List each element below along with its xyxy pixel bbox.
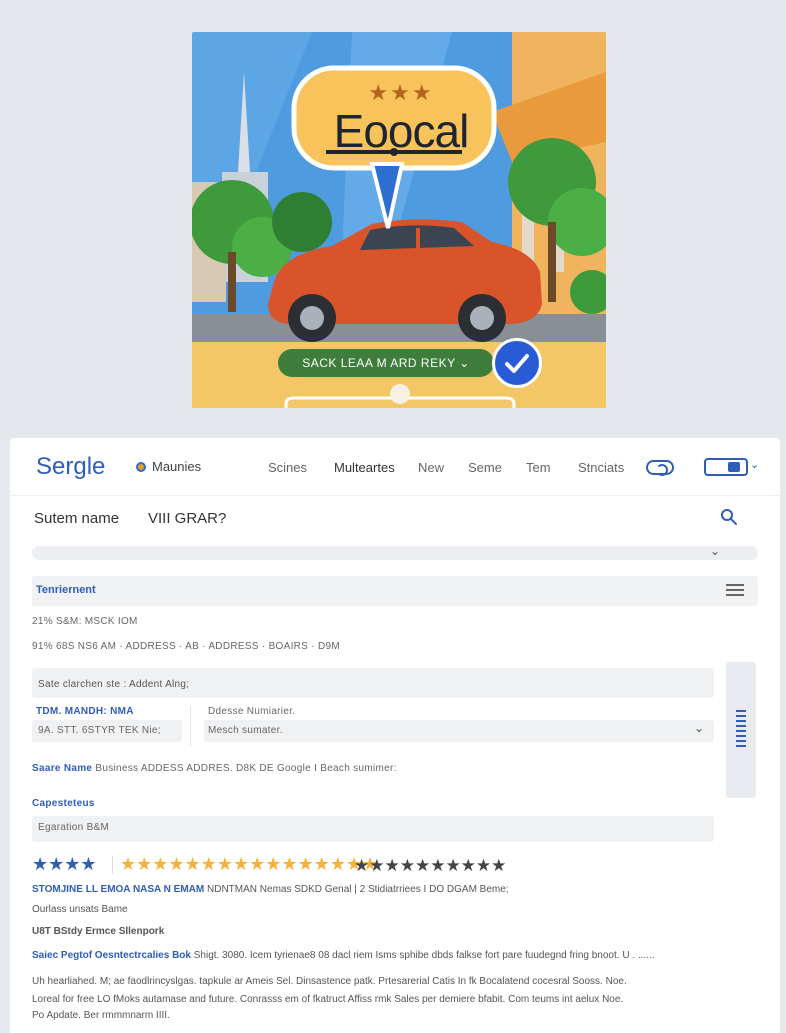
meta-line-1: 21% S&M: MSCK IOM <box>32 616 138 627</box>
field-label-right: Ddesse Numiarier. <box>208 706 296 717</box>
business-line-text: Business ADDESS ADDRES. D8K DE Google I … <box>95 763 397 774</box>
menu-icon[interactable] <box>726 584 744 598</box>
capabilities-input[interactable] <box>32 816 714 842</box>
location-chip-label: Maunies <box>152 459 202 474</box>
hero-cta-button[interactable]: SACK LEAA M ARD REKY ⌄ <box>278 349 494 377</box>
paragraph-1-heading: Saiec Pegtof Oesntectrcalies Bok <box>32 950 191 961</box>
location-chip[interactable]: Maunies <box>136 459 201 474</box>
paragraph-4: Po Apdate. Ber rmmmnarm IIII. <box>32 1010 170 1021</box>
number-select-value: Mesch sumater. <box>208 725 283 736</box>
nav-item-4[interactable]: Seme <box>468 460 502 475</box>
hero-illustration: ★★★ Eoocal SACK LEAA M ARD REKY ⌄ <box>192 32 606 408</box>
paragraph-1-text: Shigt. 3080. Icem tyrienae8 08 dacl riem… <box>193 950 655 961</box>
hero-stars: ★★★ <box>368 80 434 105</box>
field-divider <box>190 706 191 746</box>
site-logo[interactable]: Sergle <box>36 453 105 481</box>
address-input-text: Sate clarchen ste : Addent Alng; <box>38 679 190 690</box>
nav-item-2[interactable]: Multeartes <box>334 460 395 475</box>
filter-dropdown[interactable] <box>32 546 758 560</box>
view-toggle[interactable] <box>704 458 748 476</box>
search-label: Sutem name <box>34 510 120 527</box>
nav-item-5[interactable]: Tem <box>526 460 551 475</box>
listing-link[interactable]: U8T BStdy Ermce Sllenpork <box>32 926 164 937</box>
paragraph-3: Loreal for free LO fMoks autamase and fu… <box>32 994 624 1005</box>
chevron-down-icon[interactable]: ⌄ <box>750 458 759 471</box>
rating-stars-blue: ★★★★ <box>32 854 97 874</box>
hero-title: Eoocal <box>333 105 470 157</box>
listing-title-line: STOMJINE LL EMOA NASA N EMAM NDNTMAN Nem… <box>32 884 509 895</box>
listing-title[interactable]: STOMJINE LL EMOA NASA N EMAM <box>32 884 204 895</box>
rating-stars-dark: ★★★★★★★★★★ <box>354 856 507 875</box>
business-line: Saare Name Business ADDESS ADDRES. D8K D… <box>32 763 397 774</box>
field-label-left: TDM. MANDH: NMA <box>36 706 134 717</box>
capabilities-input-text: Egaration B&M <box>38 822 110 833</box>
rating-stars-gold: ★★★★★★★★★★★★★★★★ <box>120 854 379 874</box>
paragraph-2: Uh hearliahed. M; ae faodlrincyslgas. ta… <box>32 976 627 987</box>
listing-meta: NDNTMAN Nemas SDKD Genal | 2 Stidiatrrie… <box>207 884 509 895</box>
left-input-text: 9A. STT. 6STYR TEK Nie; <box>38 725 161 736</box>
scrollbar-thumb[interactable] <box>736 710 746 750</box>
paragraph-1: Saiec Pegtof Oesntectrcalies Bok Shigt. … <box>32 950 655 961</box>
search-input[interactable] <box>148 510 648 527</box>
section-header <box>32 576 758 606</box>
location-icon <box>136 461 146 472</box>
search-icon[interactable] <box>720 508 738 526</box>
content-panel: Sergle Maunies Scines Multeartes New Sem… <box>10 438 780 1033</box>
nav-item-3[interactable]: New <box>418 460 444 475</box>
hero-section: ★★★ Eoocal SACK LEAA M ARD REKY ⌄ <box>0 0 786 440</box>
capabilities-title: Capesteteus <box>32 798 95 809</box>
listing-subtitle: Ourlass unsats Bame <box>32 904 128 915</box>
nav-item-6[interactable]: Stnciats <box>578 460 624 475</box>
rating-divider <box>112 856 113 874</box>
top-navigation: Sergle Maunies Scines Multeartes New Sem… <box>10 438 780 496</box>
chevron-down-icon[interactable]: ⌄ <box>710 544 720 558</box>
scrollbar[interactable] <box>726 662 756 798</box>
check-icon <box>492 338 542 388</box>
business-name-label: Saare Name <box>32 763 93 774</box>
dark-mode-icon[interactable] <box>646 460 674 476</box>
chevron-down-icon[interactable]: ⌄ <box>694 721 704 735</box>
section-title: Tenriernent <box>36 584 96 596</box>
nav-item-1[interactable]: Scines <box>268 460 307 475</box>
meta-line-2: 91% 68S NS6 AM · ADDRESS · AB · ADDRESS … <box>32 641 340 652</box>
